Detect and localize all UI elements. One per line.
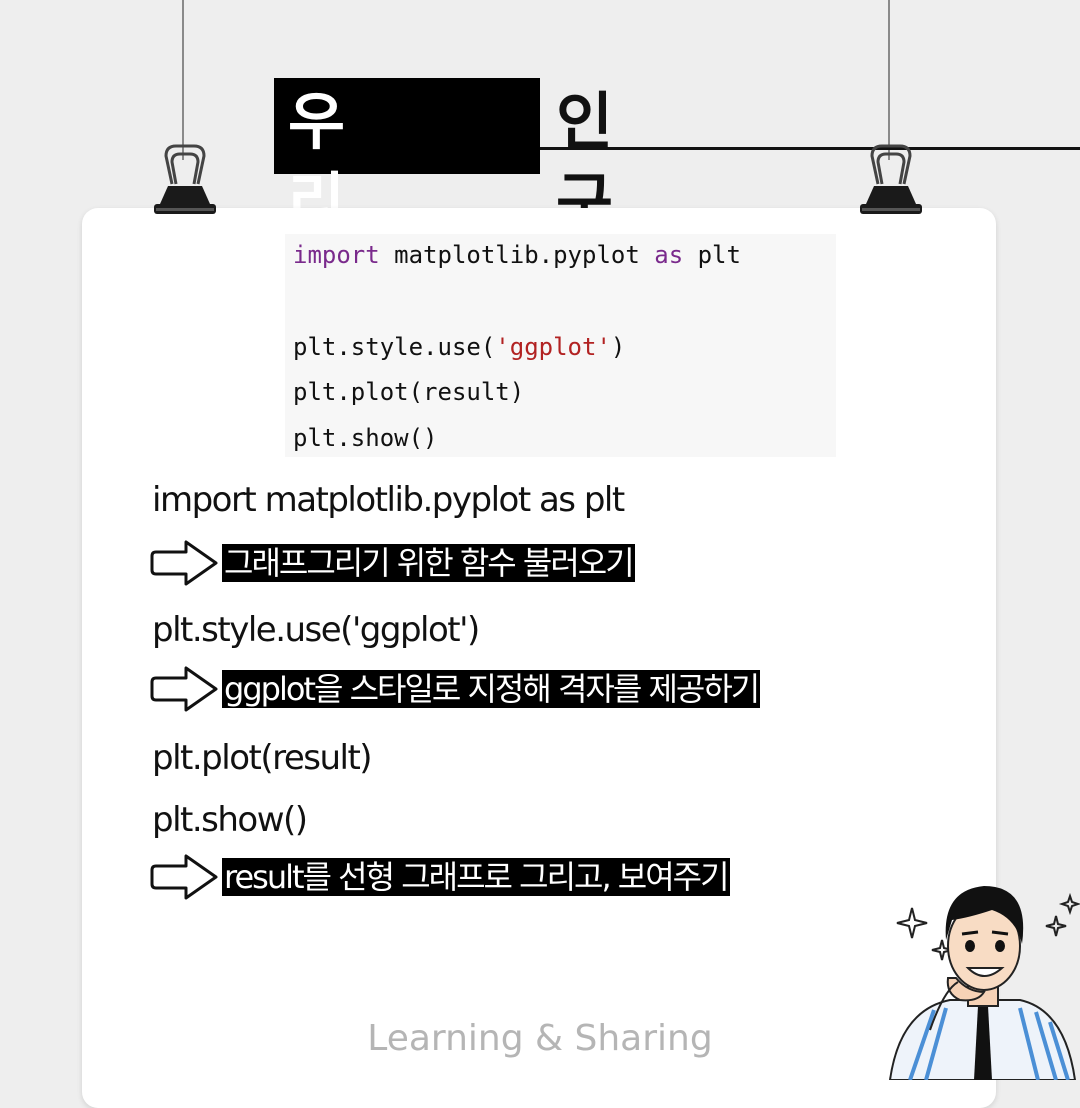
binder-clip-icon (860, 144, 922, 214)
code-line-show: plt.show() (293, 424, 438, 452)
code-string: 'ggplot' (495, 333, 611, 361)
code-text: plt (683, 241, 741, 269)
title-underline (540, 147, 1080, 150)
code-line-import: import matplotlib.pyplot as plt (293, 240, 741, 270)
code-text: plt.style.use( (293, 333, 496, 361)
code-text: ) (610, 333, 626, 361)
code-block: import matplotlib.pyplot as plt plt.styl… (285, 234, 836, 457)
code-line-plot: plt.plot(result) (293, 378, 525, 406)
explanation-code-2: plt.style.use('ggplot') (152, 610, 480, 650)
explanation-note-2: ggplot을 스타일로 지정해 격자를 제공하기 (222, 670, 760, 708)
right-arrow-icon (150, 540, 218, 586)
hanging-string-left (182, 0, 184, 160)
code-text: matplotlib.pyplot (379, 241, 655, 269)
explanation-note-3: result를 선형 그래프로 그리고, 보여주기 (222, 858, 730, 896)
right-arrow-icon (150, 666, 218, 712)
explanation-code-3a: plt.plot(result) (152, 738, 373, 778)
code-line-style: plt.style.use('ggplot') (293, 332, 625, 362)
hanging-string-right (888, 0, 890, 160)
binder-clip-icon (154, 144, 216, 214)
right-arrow-icon (150, 854, 218, 900)
code-keyword: as (654, 241, 684, 269)
character-illustration (888, 886, 1080, 1080)
explanation-code-1: import matplotlib.pyplot as plt (152, 480, 625, 520)
explanation-note-1: 그래프그리기 위한 함수 불러오기 (222, 544, 635, 582)
code-keyword: import (293, 241, 380, 269)
explanation-code-3b: plt.show() (152, 800, 308, 840)
